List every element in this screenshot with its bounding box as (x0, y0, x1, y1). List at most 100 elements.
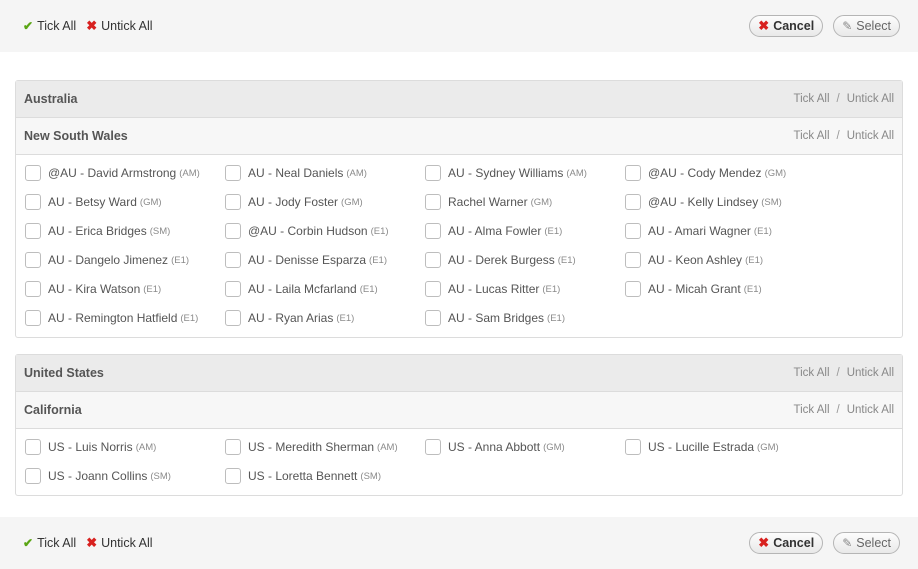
person-name: US - Anna Abbott (448, 440, 541, 454)
checkbox[interactable] (225, 310, 241, 326)
cross-icon: ✖ (758, 18, 770, 33)
person-checkbox-item[interactable]: AU - Betsy Ward (GM) (25, 192, 162, 212)
subregion-untick-all-link[interactable]: Untick All (847, 130, 894, 142)
checkbox[interactable] (225, 194, 241, 210)
person-checkbox-item[interactable]: US - Joann Collins (SM) (25, 466, 171, 486)
person-name: AU - Derek Burgess (448, 253, 555, 267)
role-tag: (SM) (149, 225, 171, 237)
person-checkbox-item[interactable]: AU - Lucas Ritter (E1) (425, 279, 560, 299)
subregion-tick-all-link[interactable]: Tick All (794, 130, 830, 142)
checkbox[interactable] (625, 165, 641, 181)
checkbox[interactable] (225, 252, 241, 268)
person-name: AU - Ryan Arias (248, 311, 334, 325)
person-checkbox-item[interactable]: US - Meredith Sherman (AM) (225, 437, 398, 457)
person-checkbox-item[interactable]: @AU - David Armstrong (AM) (25, 163, 200, 183)
role-tag: (SM) (761, 196, 782, 208)
person-name: AU - Betsy Ward (48, 195, 137, 209)
subregion-tick-all-link[interactable]: Tick All (794, 404, 830, 416)
checkbox[interactable] (25, 194, 41, 210)
cancel-button[interactable]: ✖ Cancel (749, 532, 824, 554)
checkbox[interactable] (25, 310, 41, 326)
checkbox[interactable] (25, 439, 41, 455)
person-checkbox-item[interactable]: AU - Dangelo Jimenez (E1) (25, 250, 189, 270)
person-checkbox-item[interactable]: AU - Keon Ashley (E1) (625, 250, 763, 270)
checkbox[interactable] (425, 165, 441, 181)
person-checkbox-item[interactable]: US - Loretta Bennett (SM) (225, 466, 381, 486)
checkbox[interactable] (25, 165, 41, 181)
select-button[interactable]: ✎ Select (833, 532, 900, 554)
person-name: AU - Denisse Esparza (248, 253, 367, 267)
checkbox[interactable] (625, 194, 641, 210)
region-untick-all-link[interactable]: Untick All (847, 93, 894, 105)
person-checkbox-item[interactable]: AU - Micah Grant (E1) (625, 279, 762, 299)
person-name: US - Luis Norris (48, 440, 133, 454)
person-name: US - Lucille Estrada (648, 440, 755, 454)
subregion-header-links: Tick All / Untick All (794, 118, 895, 154)
checkbox[interactable] (425, 310, 441, 326)
role-tag: (E1) (547, 312, 565, 324)
person-checkbox-item[interactable]: AU - Amari Wagner (E1) (625, 221, 772, 241)
checkbox[interactable] (225, 165, 241, 181)
person-checkbox-item[interactable]: AU - Erica Bridges (SM) (25, 221, 170, 241)
person-name: @AU - Kelly Lindsey (648, 195, 759, 209)
checkbox[interactable] (225, 468, 241, 484)
person-checkbox-item[interactable]: @AU - Kelly Lindsey (SM) (625, 192, 782, 212)
region-tick-all-link[interactable]: Tick All (794, 93, 830, 105)
cross-icon: ✖ (758, 535, 770, 550)
person-checkbox-item[interactable]: AU - Alma Fowler (E1) (425, 221, 562, 241)
separator: / (836, 404, 840, 416)
person-checkbox-item[interactable]: AU - Neal Daniels (AM) (225, 163, 367, 183)
person-checkbox-item[interactable]: AU - Derek Burgess (E1) (425, 250, 576, 270)
checkbox[interactable] (25, 281, 41, 297)
tick-all-link[interactable]: ✔ Tick All (23, 536, 76, 550)
person-checkbox-item[interactable]: AU - Ryan Arias (E1) (225, 308, 354, 328)
person-checkbox-item[interactable]: US - Luis Norris (AM) (25, 437, 156, 457)
subregion-title: New South Wales (24, 129, 128, 143)
checkbox[interactable] (225, 223, 241, 239)
select-button[interactable]: ✎ Select (833, 15, 900, 37)
person-checkbox-item[interactable]: @AU - Cody Mendez (GM) (625, 163, 786, 183)
person-checkbox-item[interactable]: AU - Jody Foster (GM) (225, 192, 363, 212)
checkbox[interactable] (225, 281, 241, 297)
checkbox[interactable] (625, 223, 641, 239)
person-checkbox-item[interactable]: AU - Sam Bridges (E1) (425, 308, 565, 328)
person-checkbox-item[interactable]: US - Anna Abbott (GM) (425, 437, 565, 457)
checkbox[interactable] (625, 252, 641, 268)
person-checkbox-item[interactable]: AU - Denisse Esparza (E1) (225, 250, 387, 270)
checkbox[interactable] (25, 223, 41, 239)
untick-all-link[interactable]: ✖ Untick All (86, 18, 152, 34)
people-grid: @AU - David Armstrong (AM) AU - Neal Danie… (16, 155, 902, 337)
select-label: Select (856, 19, 891, 33)
checkbox[interactable] (425, 252, 441, 268)
role-tag: (GM) (139, 196, 162, 208)
checkbox[interactable] (425, 439, 441, 455)
subregion-title: California (24, 403, 82, 417)
person-name: AU - Alma Fowler (448, 224, 542, 238)
person-checkbox-item[interactable]: AU - Sydney Williams (AM) (425, 163, 587, 183)
tick-all-link[interactable]: ✔ Tick All (23, 19, 76, 33)
person-checkbox-item[interactable]: @AU - Corbin Hudson (E1) (225, 221, 389, 241)
person-checkbox-item[interactable]: Rachel Warner (GM) (425, 192, 552, 212)
person-checkbox-item[interactable]: US - Lucille Estrada (GM) (625, 437, 779, 457)
person-checkbox-item[interactable]: AU - Laila Mcfarland (E1) (225, 279, 378, 299)
untick-all-link[interactable]: ✖ Untick All (86, 535, 152, 551)
checkbox[interactable] (425, 223, 441, 239)
person-name: AU - Keon Ashley (648, 253, 743, 267)
checkbox[interactable] (625, 281, 641, 297)
checkbox[interactable] (425, 281, 441, 297)
person-name: AU - Lucas Ritter (448, 282, 540, 296)
checkbox[interactable] (25, 252, 41, 268)
subregion-untick-all-link[interactable]: Untick All (847, 404, 894, 416)
checkbox[interactable] (25, 468, 41, 484)
tick-all-label: Tick All (37, 536, 77, 550)
untick-all-label: Untick All (101, 536, 153, 550)
cancel-label: Cancel (773, 536, 815, 550)
cancel-button[interactable]: ✖ Cancel (749, 15, 824, 37)
checkbox[interactable] (225, 439, 241, 455)
checkbox[interactable] (625, 439, 641, 455)
checkbox[interactable] (425, 194, 441, 210)
person-checkbox-item[interactable]: AU - Remington Hatfield (E1) (25, 308, 198, 328)
person-checkbox-item[interactable]: AU - Kira Watson (E1) (25, 279, 161, 299)
region-untick-all-link[interactable]: Untick All (847, 367, 894, 379)
region-tick-all-link[interactable]: Tick All (794, 367, 830, 379)
